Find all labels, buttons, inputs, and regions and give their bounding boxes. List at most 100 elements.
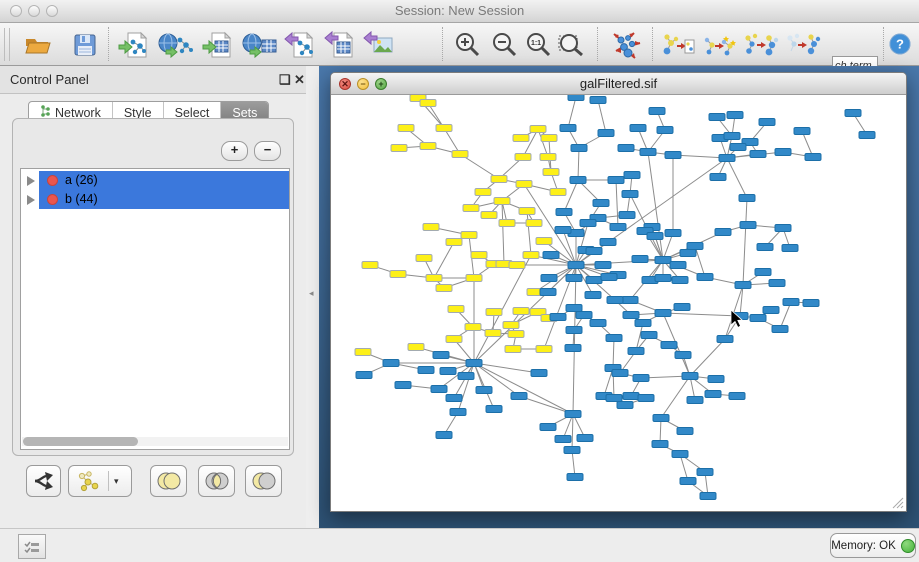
graph-node-blue[interactable] [580,220,596,227]
graph-node-blue[interactable] [568,262,584,269]
graph-node-blue[interactable] [567,474,583,481]
export-image-icon[interactable] [363,30,393,60]
zoom-view-button[interactable]: + [375,78,387,90]
horizontal-scrollbar[interactable] [22,437,288,446]
graph-node-blue[interactable] [729,393,745,400]
graph-node-yellow[interactable] [423,224,439,231]
graph-node-yellow[interactable] [486,309,502,316]
graph-node-blue[interactable] [624,172,640,179]
graph-node-blue[interactable] [715,229,731,236]
graph-node-blue[interactable] [571,145,587,152]
create-set-from-network-button[interactable]: ▾ [68,465,132,497]
graph-node-blue[interactable] [566,305,582,312]
export-network-icon[interactable] [284,30,314,60]
export-table-icon[interactable] [324,30,354,60]
graph-node-yellow[interactable] [481,212,497,219]
graph-node-blue[interactable] [794,128,810,135]
graph-node-blue[interactable] [772,326,788,333]
close-window-button[interactable] [10,5,22,17]
graph-node-blue[interactable] [550,314,566,321]
graph-node-yellow[interactable] [485,330,501,337]
select-first-neighbors-icon[interactable] [743,30,779,60]
graph-node-yellow[interactable] [466,275,482,282]
graph-node-blue[interactable] [675,352,691,359]
graph-node-yellow[interactable] [398,125,414,132]
list-item[interactable]: a (26) [21,171,289,190]
graph-node-blue[interactable] [653,415,669,422]
network-view-window[interactable]: ✕ − + galFiltered.sif [330,72,907,512]
graph-node-blue[interactable] [655,310,671,317]
graph-node-yellow[interactable] [471,252,487,259]
graph-node-blue[interactable] [717,336,733,343]
graph-node-yellow[interactable] [541,135,557,142]
graph-node-yellow[interactable] [475,189,491,196]
graph-node-blue[interactable] [845,110,861,117]
hide-selected-icon[interactable] [785,30,821,60]
graph-node-blue[interactable] [672,277,688,284]
graph-node-yellow[interactable] [452,151,468,158]
graph-node-blue[interactable] [486,406,502,413]
graph-node-blue[interactable] [665,152,681,159]
graph-node-blue[interactable] [740,222,756,229]
float-panel-icon[interactable]: ❑ [279,72,291,87]
graph-node-yellow[interactable] [536,346,552,353]
graph-node-blue[interactable] [585,292,601,299]
graph-node-blue[interactable] [610,224,626,231]
graph-node-blue[interactable] [590,97,606,104]
graph-node-blue[interactable] [540,289,556,296]
graph-node-blue[interactable] [433,352,449,359]
graph-node-blue[interactable] [750,151,766,158]
graph-node-blue[interactable] [680,478,696,485]
graph-node-blue[interactable] [652,441,668,448]
graph-node-blue[interactable] [628,348,644,355]
graph-node-blue[interactable] [682,373,698,380]
graph-node-blue[interactable] [665,230,681,237]
graph-node-blue[interactable] [600,239,616,246]
graph-node-blue[interactable] [700,493,716,500]
graph-node-yellow[interactable] [515,154,531,161]
zoom-window-button[interactable] [46,5,58,17]
graph-node-blue[interactable] [755,269,771,276]
graph-node-blue[interactable] [560,125,576,132]
graph-node-blue[interactable] [727,112,743,119]
graph-node-blue[interactable] [570,177,586,184]
graph-node-blue[interactable] [606,395,622,402]
graph-node-blue[interactable] [598,130,614,137]
graph-node-yellow[interactable] [494,198,510,205]
graph-node-blue[interactable] [555,227,571,234]
graph-node-blue[interactable] [757,244,773,251]
graph-node-blue[interactable] [803,300,819,307]
graph-node-blue[interactable] [601,274,617,281]
graph-node-yellow[interactable] [508,331,524,338]
graph-node-blue[interactable] [635,320,651,327]
import-table-url-icon[interactable] [242,30,278,60]
task-history-button[interactable] [18,534,46,559]
graph-node-blue[interactable] [466,360,482,367]
import-table-file-icon[interactable] [202,30,232,60]
graph-node-yellow[interactable] [526,220,542,227]
graph-node-blue[interactable] [418,367,434,374]
graph-node-blue[interactable] [564,447,580,454]
open-file-icon[interactable] [22,30,52,60]
graph-node-blue[interactable] [617,402,633,409]
graph-node-blue[interactable] [674,304,690,311]
union-sets-button[interactable] [150,465,187,497]
graph-node-blue[interactable] [705,391,721,398]
zoom-in-icon[interactable] [453,30,483,60]
minimize-view-button[interactable]: − [357,78,369,90]
graph-node-yellow[interactable] [513,135,529,142]
graph-node-yellow[interactable] [505,346,521,353]
first-neighbors-icon[interactable] [702,30,738,60]
graph-node-blue[interactable] [590,320,606,327]
graph-node-blue[interactable] [775,149,791,156]
graph-node-blue[interactable] [641,332,657,339]
expand-arrow-icon[interactable] [27,176,35,186]
graph-node-yellow[interactable] [390,271,406,278]
graph-node-blue[interactable] [680,250,696,257]
save-session-icon[interactable] [70,30,100,60]
graph-node-yellow[interactable] [420,143,436,150]
graph-node-blue[interactable] [709,114,725,121]
network-window-titlebar[interactable]: ✕ − + galFiltered.sif [331,73,906,95]
import-network-url-icon[interactable] [158,30,194,60]
close-view-button[interactable]: ✕ [339,78,351,90]
